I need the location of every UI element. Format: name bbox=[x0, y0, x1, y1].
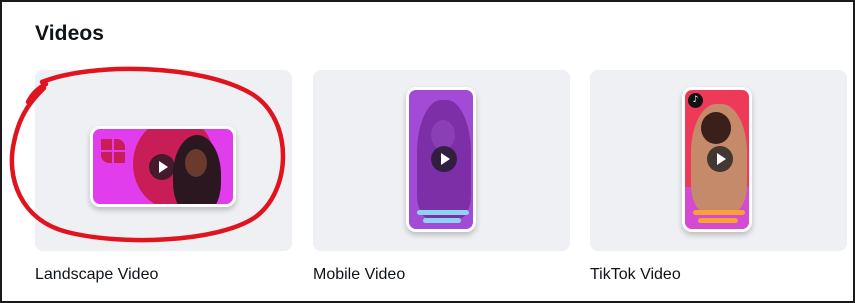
mobile-video-card[interactable] bbox=[313, 70, 570, 251]
landscape-video-label[interactable]: Landscape Video bbox=[35, 266, 158, 284]
mobile-video-label[interactable]: Mobile Video bbox=[313, 266, 405, 284]
play-icon bbox=[149, 154, 175, 180]
tiktok-video-label[interactable]: TikTok Video bbox=[590, 266, 681, 284]
play-icon bbox=[431, 146, 457, 172]
play-icon bbox=[707, 146, 733, 172]
caption-bar bbox=[423, 218, 461, 223]
landscape-video-card[interactable] bbox=[35, 70, 292, 251]
person-face bbox=[185, 149, 207, 177]
tiktok-video-thumbnail: ♪ bbox=[682, 87, 752, 232]
caption-bar bbox=[698, 218, 738, 223]
mobile-video-thumbnail bbox=[406, 87, 476, 232]
caption-bar bbox=[417, 210, 469, 215]
brand-tile-icon bbox=[101, 139, 127, 165]
section-title: Videos bbox=[35, 22, 105, 45]
person-face bbox=[701, 112, 731, 144]
tiktok-video-card[interactable]: ♪ bbox=[590, 70, 847, 251]
videos-panel: Videos Landscape Video Mobile Video ♪ Ti… bbox=[0, 0, 855, 303]
tiktok-logo-icon: ♪ bbox=[688, 93, 703, 108]
landscape-video-thumbnail bbox=[90, 126, 236, 207]
caption-bar bbox=[693, 210, 745, 215]
